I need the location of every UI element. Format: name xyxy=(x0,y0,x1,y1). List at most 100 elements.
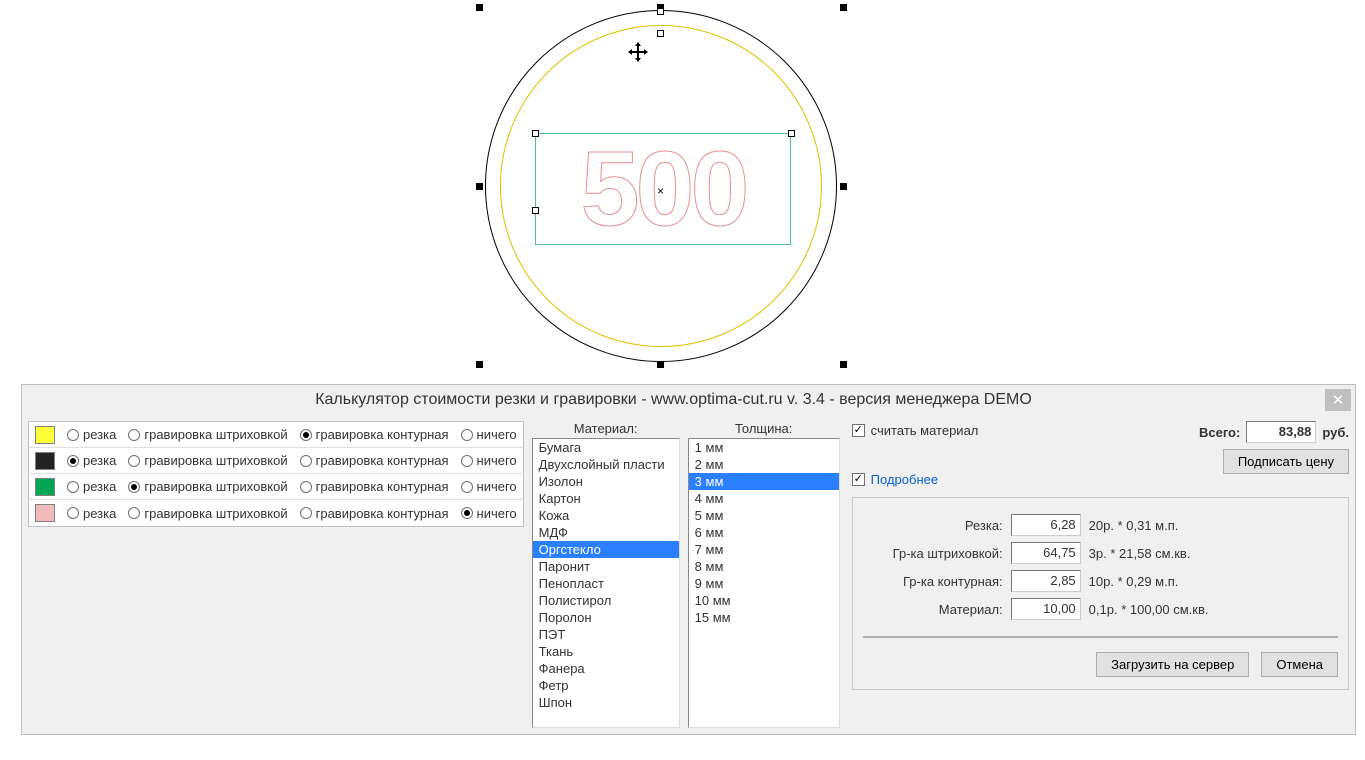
upload-button[interactable]: Загрузить на сервер xyxy=(1096,652,1249,677)
thickness-item[interactable]: 5 мм xyxy=(689,507,839,524)
radio-label: ничего xyxy=(477,453,517,468)
operation-radio-grav_kont[interactable]: гравировка контурная xyxy=(294,479,455,494)
operation-radio-rezka[interactable]: резка xyxy=(61,479,122,494)
operation-radio-rezka[interactable]: резка xyxy=(61,453,122,468)
total-value-field[interactable]: 83,88 xyxy=(1246,421,1316,443)
dialog-title: Калькулятор стоимости резки и гравировки… xyxy=(22,391,1325,409)
material-header: Материал: xyxy=(574,421,638,436)
operation-radio-rezka[interactable]: резка xyxy=(61,506,122,521)
radio-label: гравировка контурная xyxy=(316,479,449,494)
move-cursor-icon xyxy=(628,42,648,62)
operation-radio-nichego[interactable]: ничего xyxy=(455,506,523,521)
details-panel: Резка: 6,28 20р. * 0,31 м.п. Гр-ка штрих… xyxy=(852,497,1349,690)
radio-icon xyxy=(461,507,473,519)
detail-shtr-value[interactable]: 64,75 xyxy=(1011,542,1081,564)
thickness-item[interactable]: 9 мм xyxy=(689,575,839,592)
material-item[interactable]: Поролон xyxy=(533,609,679,626)
slider[interactable] xyxy=(863,636,1338,638)
material-item[interactable]: ПЭТ xyxy=(533,626,679,643)
detail-rezka-value[interactable]: 6,28 xyxy=(1011,514,1081,536)
radio-label: гравировка штриховкой xyxy=(144,506,287,521)
color-row: резкагравировка штриховкой гравировка кон… xyxy=(29,474,523,500)
selection-handle[interactable] xyxy=(657,361,664,368)
radio-icon xyxy=(128,481,140,493)
material-item[interactable]: Бумага xyxy=(533,439,679,456)
count-material-checkbox[interactable]: считать материал xyxy=(852,423,1199,438)
sign-price-button[interactable]: Подписать цену xyxy=(1223,449,1349,474)
operation-radio-grav_shtr[interactable]: гравировка штриховкой xyxy=(122,479,293,494)
node-handle[interactable] xyxy=(657,8,664,15)
material-item[interactable]: Двухслойный пласти xyxy=(533,456,679,473)
material-item[interactable]: Фетр xyxy=(533,677,679,694)
thickness-item[interactable]: 7 мм xyxy=(689,541,839,558)
color-swatch xyxy=(35,504,55,522)
operation-radio-grav_kont[interactable]: гравировка контурная xyxy=(294,506,455,521)
detail-material-desc: 0,1р. * 100,00 см.кв. xyxy=(1089,602,1209,617)
thickness-item[interactable]: 3 мм xyxy=(689,473,839,490)
thickness-item[interactable]: 6 мм xyxy=(689,524,839,541)
close-button[interactable]: ✕ xyxy=(1325,389,1351,411)
node-handle[interactable] xyxy=(532,130,539,137)
design-canvas[interactable]: 500 × xyxy=(0,0,1365,380)
node-handle[interactable] xyxy=(788,130,795,137)
thickness-item[interactable]: 2 мм xyxy=(689,456,839,473)
operation-radio-grav_kont[interactable]: гравировка контурная xyxy=(294,427,455,442)
radio-icon xyxy=(128,455,140,467)
operation-radio-nichego[interactable]: ничего xyxy=(455,479,523,494)
detail-kont-value[interactable]: 2,85 xyxy=(1011,570,1081,592)
cancel-button[interactable]: Отмена xyxy=(1261,652,1338,677)
material-item[interactable]: Кожа xyxy=(533,507,679,524)
thickness-item[interactable]: 15 мм xyxy=(689,609,839,626)
dialog-titlebar[interactable]: Калькулятор стоимости резки и гравировки… xyxy=(22,385,1355,415)
radio-icon xyxy=(461,481,473,493)
thickness-item[interactable]: 8 мм xyxy=(689,558,839,575)
selection-handle[interactable] xyxy=(840,183,847,190)
operation-radio-grav_shtr[interactable]: гравировка штриховкой xyxy=(122,427,293,442)
operation-radio-rezka[interactable]: резка xyxy=(61,427,122,442)
close-icon: ✕ xyxy=(1332,391,1345,409)
color-operations-grid: резкагравировка штриховкойгравировка кон… xyxy=(28,421,524,527)
operation-radio-grav_shtr[interactable]: гравировка штриховкой xyxy=(122,506,293,521)
material-item[interactable]: МДФ xyxy=(533,524,679,541)
color-row: резка гравировка штриховкой гравировка кон… xyxy=(29,448,523,474)
material-item[interactable]: Шпон xyxy=(533,694,679,711)
detail-shtr-label: Гр-ка штриховкой: xyxy=(863,546,1003,561)
material-item[interactable]: Паронит xyxy=(533,558,679,575)
selection-handle[interactable] xyxy=(476,183,483,190)
node-handle[interactable] xyxy=(657,30,664,37)
thickness-listbox[interactable]: 1 мм2 мм3 мм4 мм5 мм6 мм7 мм8 мм9 мм10 м… xyxy=(688,438,840,728)
operation-radio-nichego[interactable]: ничего xyxy=(455,453,523,468)
radio-icon xyxy=(461,455,473,467)
operation-radio-grav_shtr[interactable]: гравировка штриховкой xyxy=(122,453,293,468)
more-details-checkbox[interactable]: Подробнее xyxy=(852,472,1199,487)
selection-handle[interactable] xyxy=(476,361,483,368)
material-item[interactable]: Полистирол xyxy=(533,592,679,609)
more-details-label: Подробнее xyxy=(871,472,938,487)
material-item[interactable]: Оргстекло xyxy=(533,541,679,558)
radio-icon xyxy=(128,429,140,441)
calculator-dialog: Калькулятор стоимости резки и гравировки… xyxy=(21,384,1356,735)
material-item[interactable]: Ткань xyxy=(533,643,679,660)
material-item[interactable]: Картон xyxy=(533,490,679,507)
selection-handle[interactable] xyxy=(840,4,847,11)
color-row: резкагравировка штриховкойгравировка кон… xyxy=(29,422,523,448)
material-item[interactable]: Пенопласт xyxy=(533,575,679,592)
radio-icon xyxy=(300,455,312,467)
material-listbox[interactable]: БумагаДвухслойный пластиИзолонКартонКожа… xyxy=(532,438,680,728)
detail-rezka-desc: 20р. * 0,31 м.п. xyxy=(1089,518,1179,533)
color-swatch xyxy=(35,426,55,444)
operation-radio-nichego[interactable]: ничего xyxy=(455,427,523,442)
operation-radio-grav_kont[interactable]: гравировка контурная xyxy=(294,453,455,468)
material-item[interactable]: Фанера xyxy=(533,660,679,677)
material-item[interactable]: Изолон xyxy=(533,473,679,490)
thickness-item[interactable]: 4 мм xyxy=(689,490,839,507)
node-handle[interactable] xyxy=(532,207,539,214)
radio-label: гравировка штриховкой xyxy=(144,453,287,468)
detail-material-value[interactable]: 10,00 xyxy=(1011,598,1081,620)
thickness-item[interactable]: 1 мм xyxy=(689,439,839,456)
detail-kont-desc: 10р. * 0,29 м.п. xyxy=(1089,574,1179,589)
thickness-item[interactable]: 10 мм xyxy=(689,592,839,609)
selection-handle[interactable] xyxy=(476,4,483,11)
radio-icon xyxy=(67,507,79,519)
selection-handle[interactable] xyxy=(840,361,847,368)
